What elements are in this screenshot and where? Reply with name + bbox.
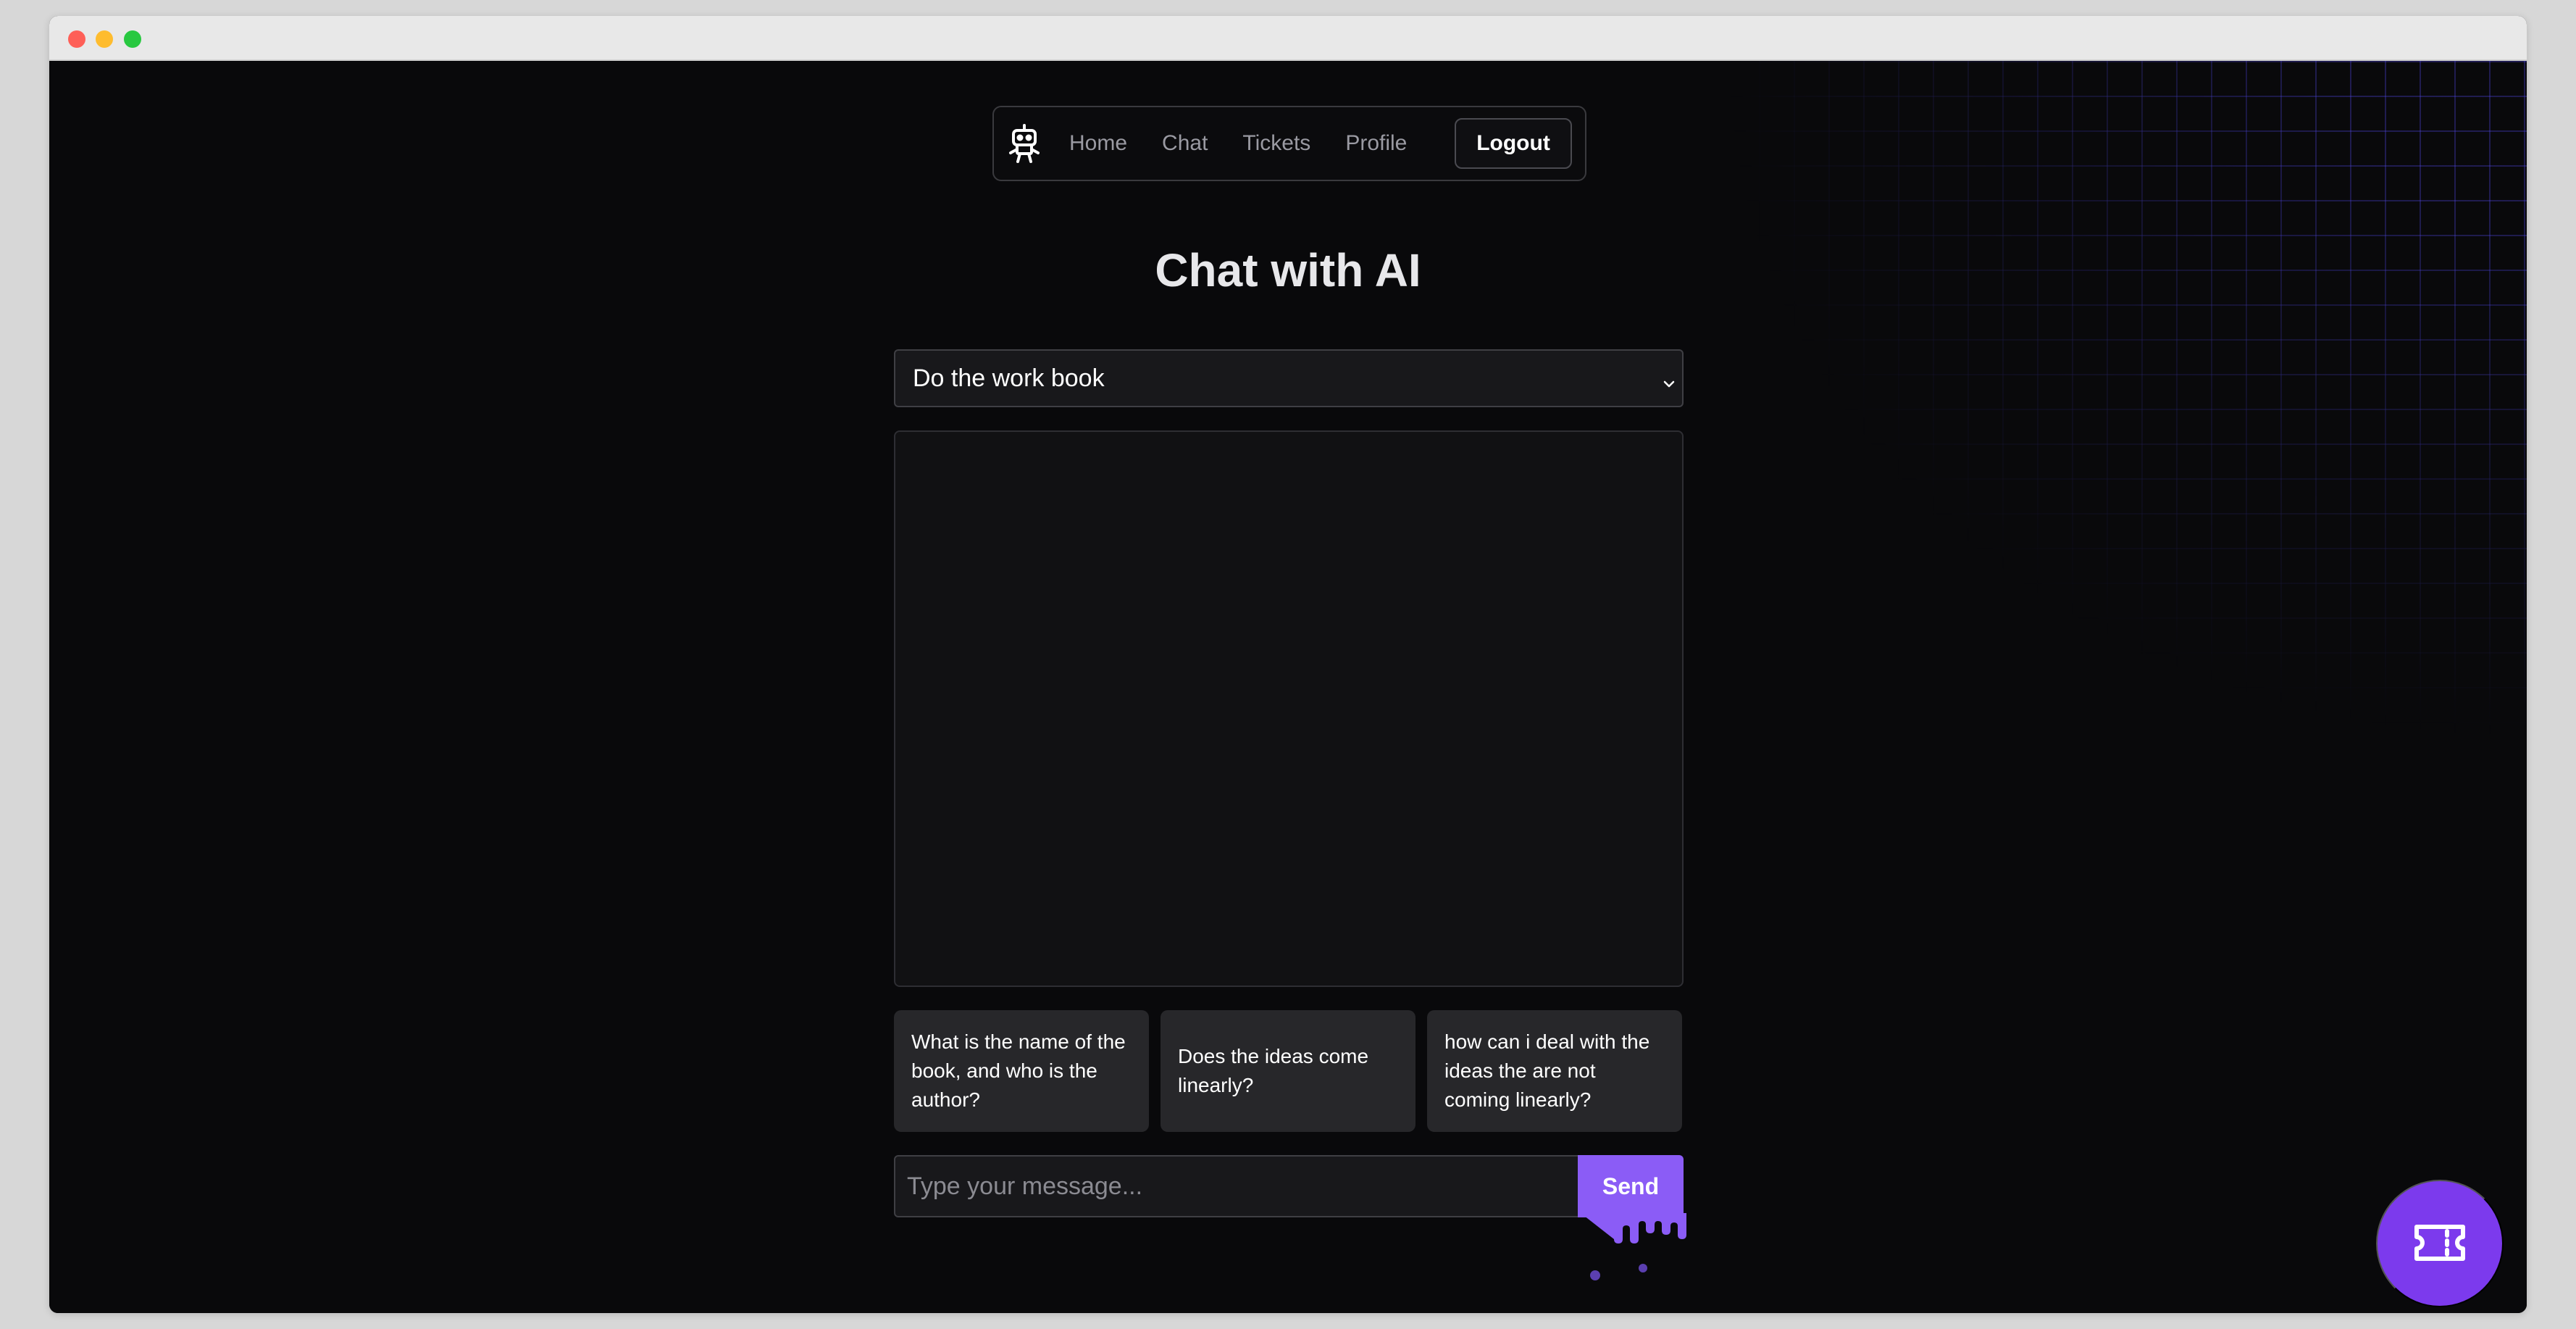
book-select-value: Do the work book (913, 364, 1105, 392)
page-title: Chat with AI (1155, 244, 1421, 296)
nav-link-profile[interactable]: Profile (1345, 131, 1407, 156)
message-input[interactable] (894, 1155, 1582, 1217)
nav-link-chat[interactable]: Chat (1162, 131, 1208, 156)
chevron-down-icon (1662, 370, 1676, 388)
minimize-window-button[interactable] (96, 30, 113, 48)
suggestion-chip[interactable]: Does the ideas come linearly? (1161, 1010, 1415, 1132)
app-content: Home Chat Tickets Profile Logout Chat wi… (49, 61, 2527, 1313)
ticket-icon (2412, 1222, 2467, 1265)
top-navbar: Home Chat Tickets Profile Logout (992, 106, 1586, 181)
browser-window: Home Chat Tickets Profile Logout Chat wi… (49, 16, 2527, 1313)
maximize-window-button[interactable] (124, 30, 141, 48)
send-button[interactable]: Send (1578, 1155, 1684, 1217)
logout-button[interactable]: Logout (1455, 118, 1572, 169)
paint-drip-decoration (1581, 1213, 1686, 1280)
suggestion-chip[interactable]: What is the name of the book, and who is… (894, 1010, 1149, 1132)
book-select[interactable]: Do the work book (894, 349, 1684, 407)
window-titlebar (49, 16, 2527, 61)
suggestion-chip[interactable]: how can i deal with the ideas the are no… (1427, 1010, 1682, 1132)
ticket-fab-button[interactable] (2376, 1180, 2504, 1307)
robot-icon[interactable] (1007, 123, 1042, 164)
close-window-button[interactable] (68, 30, 85, 48)
chat-messages-area[interactable] (894, 430, 1684, 987)
nav-link-tickets[interactable]: Tickets (1242, 131, 1310, 156)
nav-link-home[interactable]: Home (1069, 131, 1127, 156)
